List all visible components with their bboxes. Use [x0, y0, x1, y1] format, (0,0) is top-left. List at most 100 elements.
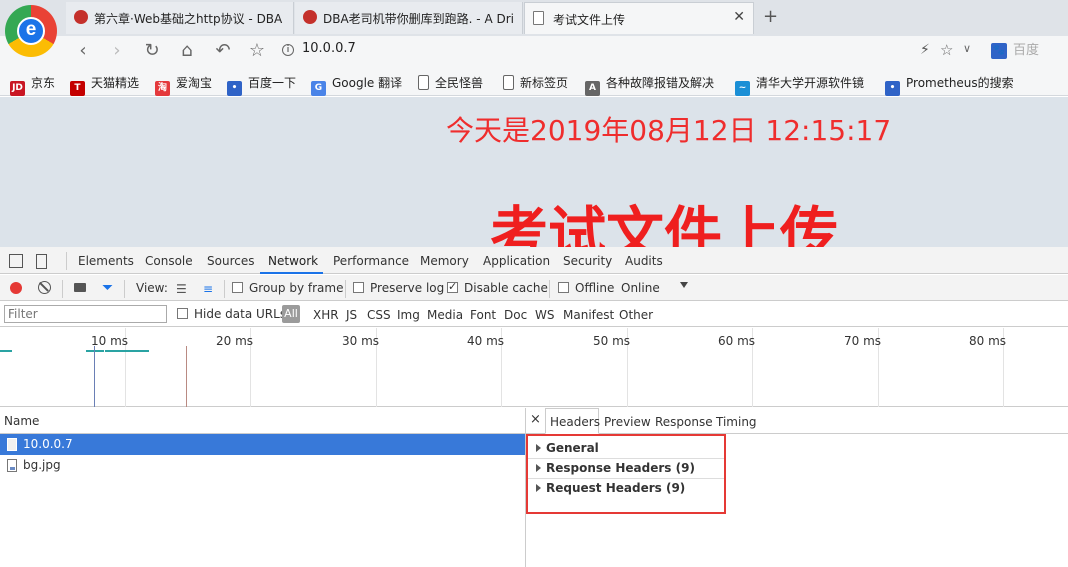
tab-sources[interactable]: Sources: [207, 254, 254, 268]
request-name: 10.0.0.7: [23, 437, 73, 451]
bookmark-star-icon[interactable]: ☆: [246, 40, 268, 61]
divider: [549, 280, 550, 298]
waterfall-view-icon[interactable]: ≡: [203, 282, 213, 296]
filter-xhr[interactable]: XHR: [313, 308, 339, 322]
clear-icon[interactable]: [38, 281, 51, 294]
tab-label: 第六章·Web基础之http协议 - DBA: [94, 12, 283, 26]
filter-doc[interactable]: Doc: [504, 308, 527, 322]
devtools-panel: Elements Console Sources Network Perform…: [0, 247, 1068, 567]
filter-css[interactable]: CSS: [367, 308, 391, 322]
tab-2[interactable]: 考试文件上传 ✕: [524, 2, 754, 34]
filter-img[interactable]: Img: [397, 308, 420, 322]
tab-memory[interactable]: Memory: [420, 254, 469, 268]
reload-icon[interactable]: ↻: [141, 40, 163, 61]
jd-icon: JD: [10, 81, 25, 96]
home-icon[interactable]: ⌂: [176, 40, 198, 61]
bookmark-label: 各种故障报错及解决: [606, 76, 715, 90]
checkbox[interactable]: [558, 282, 569, 293]
filter-manifest[interactable]: Manifest: [563, 308, 614, 322]
chevron-down-icon[interactable]: ∨: [963, 42, 971, 55]
list-view-icon[interactable]: ☰: [176, 282, 187, 296]
request-bar: [86, 350, 104, 352]
bookmark-item[interactable]: ~ 清华大学开源软件镜: [735, 74, 875, 96]
hide-data-urls-toggle[interactable]: Hide data URLs: [177, 307, 286, 321]
network-overview-timeline[interactable]: 10 ms 20 ms 30 ms 40 ms 50 ms 60 ms 70 m…: [0, 328, 1068, 407]
tab-preview[interactable]: Preview: [604, 415, 651, 429]
record-icon[interactable]: [10, 282, 22, 294]
dom-content-loaded-line: [94, 346, 95, 407]
search-box[interactable]: 🐾 百度: [985, 40, 1065, 62]
group-by-frame-toggle[interactable]: Group by frame: [232, 281, 343, 295]
document-icon: [503, 75, 514, 90]
filter-font[interactable]: Font: [470, 308, 496, 322]
tab-elements[interactable]: Elements: [78, 254, 134, 268]
bookmark-item[interactable]: • 百度一下: [227, 74, 296, 96]
bookmark-item[interactable]: G Google 翻译: [311, 74, 402, 96]
tab-0[interactable]: 第六章·Web基础之http协议 - DBA: [66, 2, 294, 34]
tab-timing[interactable]: Timing: [716, 415, 757, 429]
undo-icon[interactable]: ↶: [212, 40, 234, 61]
filter-ws[interactable]: WS: [535, 308, 554, 322]
filter-js[interactable]: JS: [346, 308, 357, 322]
checkbox[interactable]: [353, 282, 364, 293]
offline-toggle[interactable]: Offline: [558, 281, 614, 295]
tab-console[interactable]: Console: [145, 254, 193, 268]
column-header-name[interactable]: Name: [0, 408, 525, 434]
filter-media[interactable]: Media: [427, 308, 463, 322]
tab-application[interactable]: Application: [483, 254, 550, 268]
device-toolbar-icon[interactable]: [36, 254, 47, 269]
request-row[interactable]: bg.jpg: [0, 455, 525, 476]
tab-network[interactable]: Network: [268, 254, 318, 268]
close-icon[interactable]: ×: [530, 412, 541, 427]
rose-icon: [303, 10, 317, 24]
address-bar[interactable]: i 10.0.0.7: [282, 41, 356, 56]
bookmark-item[interactable]: A 各种故障报错及解决: [585, 74, 725, 96]
tab-label: 考试文件上传: [553, 13, 626, 27]
filter-input[interactable]: [4, 305, 167, 323]
bookmark-item[interactable]: T 天猫精选: [70, 74, 139, 96]
filter-other[interactable]: Other: [619, 308, 653, 322]
tab-response[interactable]: Response: [655, 415, 713, 429]
tuna-fish-icon: ~: [735, 81, 750, 96]
checkbox-checked[interactable]: [447, 280, 458, 293]
checkbox[interactable]: [177, 308, 188, 319]
bookmark-item[interactable]: 新标签页: [503, 74, 568, 91]
new-tab-button[interactable]: +: [763, 6, 778, 27]
throttle-value: Online: [621, 281, 660, 295]
bookmark-item[interactable]: JD 京东: [10, 74, 55, 96]
forward-icon[interactable]: ›: [106, 40, 128, 61]
star-icon[interactable]: ☆: [940, 41, 953, 59]
filter-all-button[interactable]: All: [282, 305, 300, 323]
bookmark-label: 清华大学开源软件镜: [756, 76, 865, 90]
tab-performance[interactable]: Performance: [333, 254, 409, 268]
tab-audits[interactable]: Audits: [625, 254, 663, 268]
camera-icon[interactable]: [74, 283, 86, 292]
bookmark-item[interactable]: • Prometheus的搜索: [885, 74, 1025, 96]
browser-tab-bar: 第六章·Web基础之http协议 - DBA DBA老司机带你删库到跑路. - …: [0, 0, 1068, 36]
info-icon[interactable]: i: [282, 44, 294, 56]
close-tab-icon[interactable]: ✕: [733, 9, 745, 25]
document-icon: [418, 75, 429, 90]
filter-icon[interactable]: ⏷: [102, 280, 113, 296]
preserve-log-toggle[interactable]: Preserve log: [353, 281, 444, 295]
inspect-element-icon[interactable]: [9, 254, 23, 268]
checkbox[interactable]: [232, 282, 243, 293]
lightning-icon[interactable]: ⚡: [920, 42, 930, 58]
detail-tab-bar: × Headers Preview Response Timing: [526, 408, 1068, 434]
tab-security[interactable]: Security: [563, 254, 612, 268]
disable-cache-toggle[interactable]: Disable cache: [447, 280, 548, 295]
bookmark-item[interactable]: 淘爱淘宝: [155, 74, 212, 96]
bookmark-item[interactable]: 全民怪兽: [418, 74, 483, 91]
checkbox-label: Group by frame: [249, 281, 344, 295]
bookmark-label: 百度一下: [248, 76, 297, 90]
page-viewport: 今天是2019年08月12日 12:15:17 考试文件上传: [0, 97, 1068, 247]
tab-headers[interactable]: Headers: [550, 415, 600, 429]
back-icon[interactable]: ‹: [72, 40, 94, 61]
request-row[interactable]: 10.0.0.7: [0, 434, 525, 455]
throttle-select[interactable]: Online: [621, 281, 660, 295]
tab-1[interactable]: DBA老司机带你删库到跑路. - A Dri: [295, 2, 523, 34]
tick-label: 60 ms: [718, 334, 756, 348]
dropdown-arrow-icon[interactable]: [680, 282, 688, 288]
tick-label: 30 ms: [342, 334, 380, 348]
highlight-annotation-box: [526, 434, 726, 514]
